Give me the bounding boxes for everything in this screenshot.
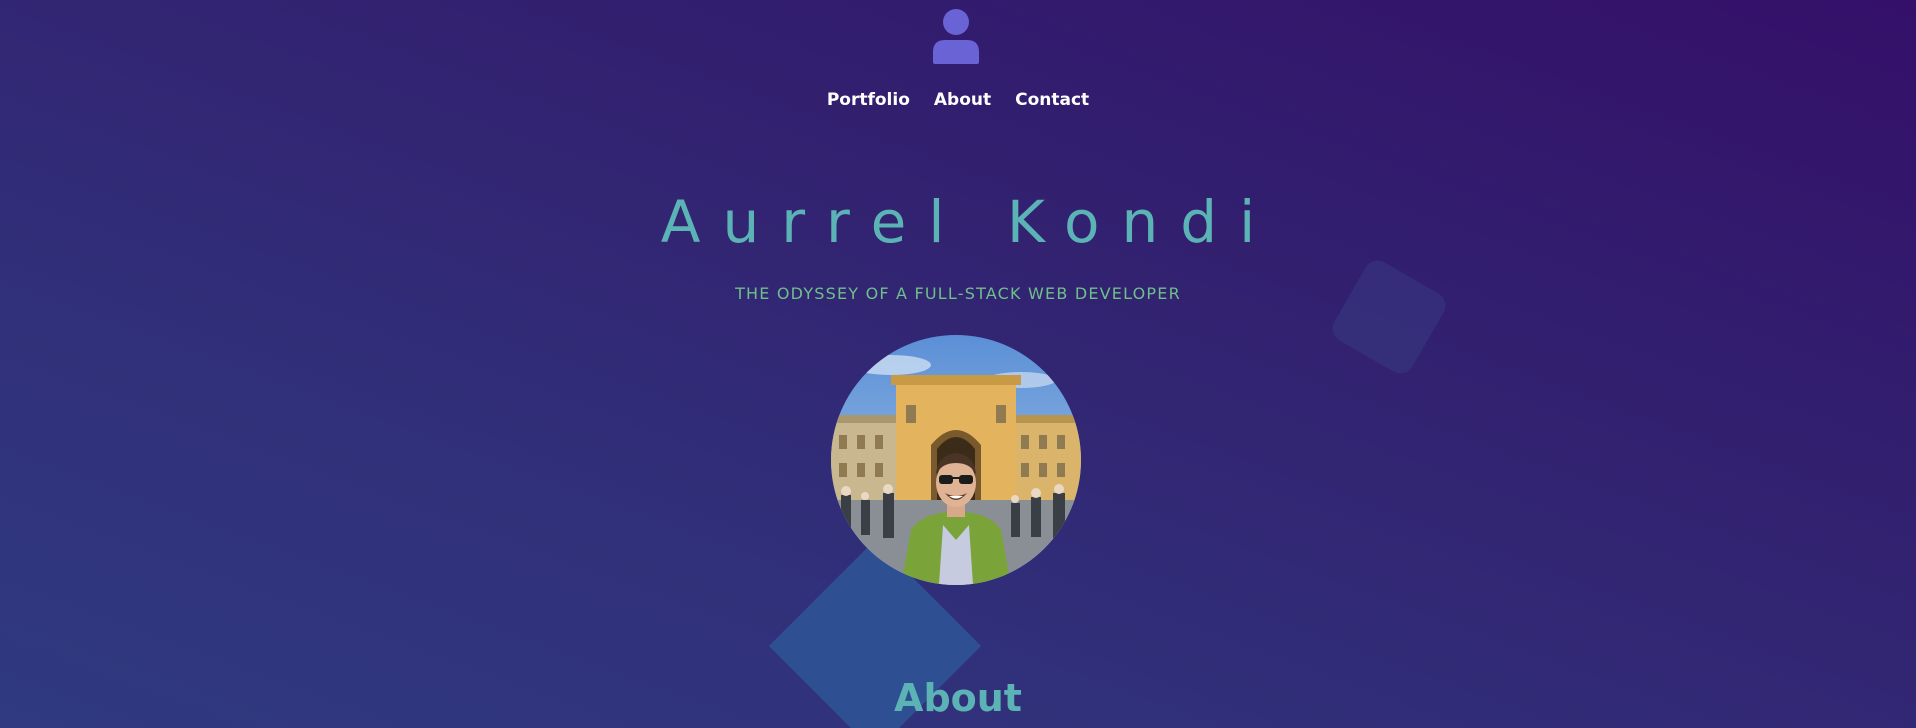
user-icon <box>931 8 981 64</box>
hero-name: Aurrel Kondi <box>660 188 1278 256</box>
main-nav: Portfolio About Contact <box>0 90 1916 110</box>
profile-photo <box>831 335 1081 585</box>
nav-link-contact[interactable]: Contact <box>1015 90 1089 110</box>
nav-link-portfolio[interactable]: Portfolio <box>827 90 910 110</box>
hero-tagline: THE ODYSSEY OF A FULL-STACK WEB DEVELOPE… <box>735 284 1181 303</box>
nav-link-about[interactable]: About <box>934 90 991 110</box>
background-shape-right <box>1327 255 1451 379</box>
about-section-heading: About <box>894 676 1022 720</box>
